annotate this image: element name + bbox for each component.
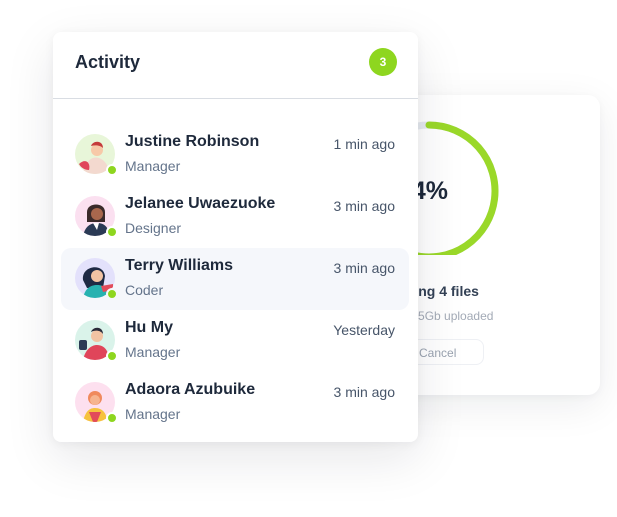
list-item[interactable]: Justine Robinson Manager 1 min ago — [61, 124, 409, 186]
activity-time: 3 min ago — [333, 260, 395, 276]
activity-time: 3 min ago — [333, 198, 395, 214]
user-name: Justine Robinson — [125, 133, 260, 150]
activity-title: Activity — [75, 52, 141, 72]
user-name: Jelanee Uwaezuoke — [125, 195, 276, 212]
online-status-dot — [106, 226, 118, 238]
activity-time: 3 min ago — [333, 384, 395, 400]
activity-header: Activity 3 — [53, 32, 418, 99]
user-role: Manager — [125, 406, 181, 422]
online-status-dot — [106, 288, 118, 300]
activity-time: Yesterday — [333, 322, 395, 338]
list-item[interactable]: Terry Williams Coder 3 min ago — [61, 248, 409, 310]
activity-time: 1 min ago — [333, 136, 395, 152]
user-role: Designer — [125, 220, 182, 236]
online-status-dot — [106, 350, 118, 362]
online-status-dot — [106, 164, 118, 176]
list-item[interactable]: Jelanee Uwaezuoke Designer 3 min ago — [61, 186, 409, 248]
user-name: Hu My — [125, 319, 173, 336]
list-item[interactable]: Hu My Manager Yesterday — [61, 310, 409, 372]
activity-card: Activity 3 Justine Robinson Manager 1 mi… — [53, 32, 418, 442]
list-item[interactable]: Adaora Azubuike Manager 3 min ago — [61, 372, 409, 434]
user-role: Coder — [125, 282, 164, 298]
user-role: Manager — [125, 158, 181, 174]
user-name: Adaora Azubuike — [125, 381, 256, 398]
user-name: Terry Williams — [125, 257, 234, 274]
online-status-dot — [106, 412, 118, 424]
activity-count-badge: 3 — [369, 48, 397, 76]
user-role: Manager — [125, 344, 181, 360]
